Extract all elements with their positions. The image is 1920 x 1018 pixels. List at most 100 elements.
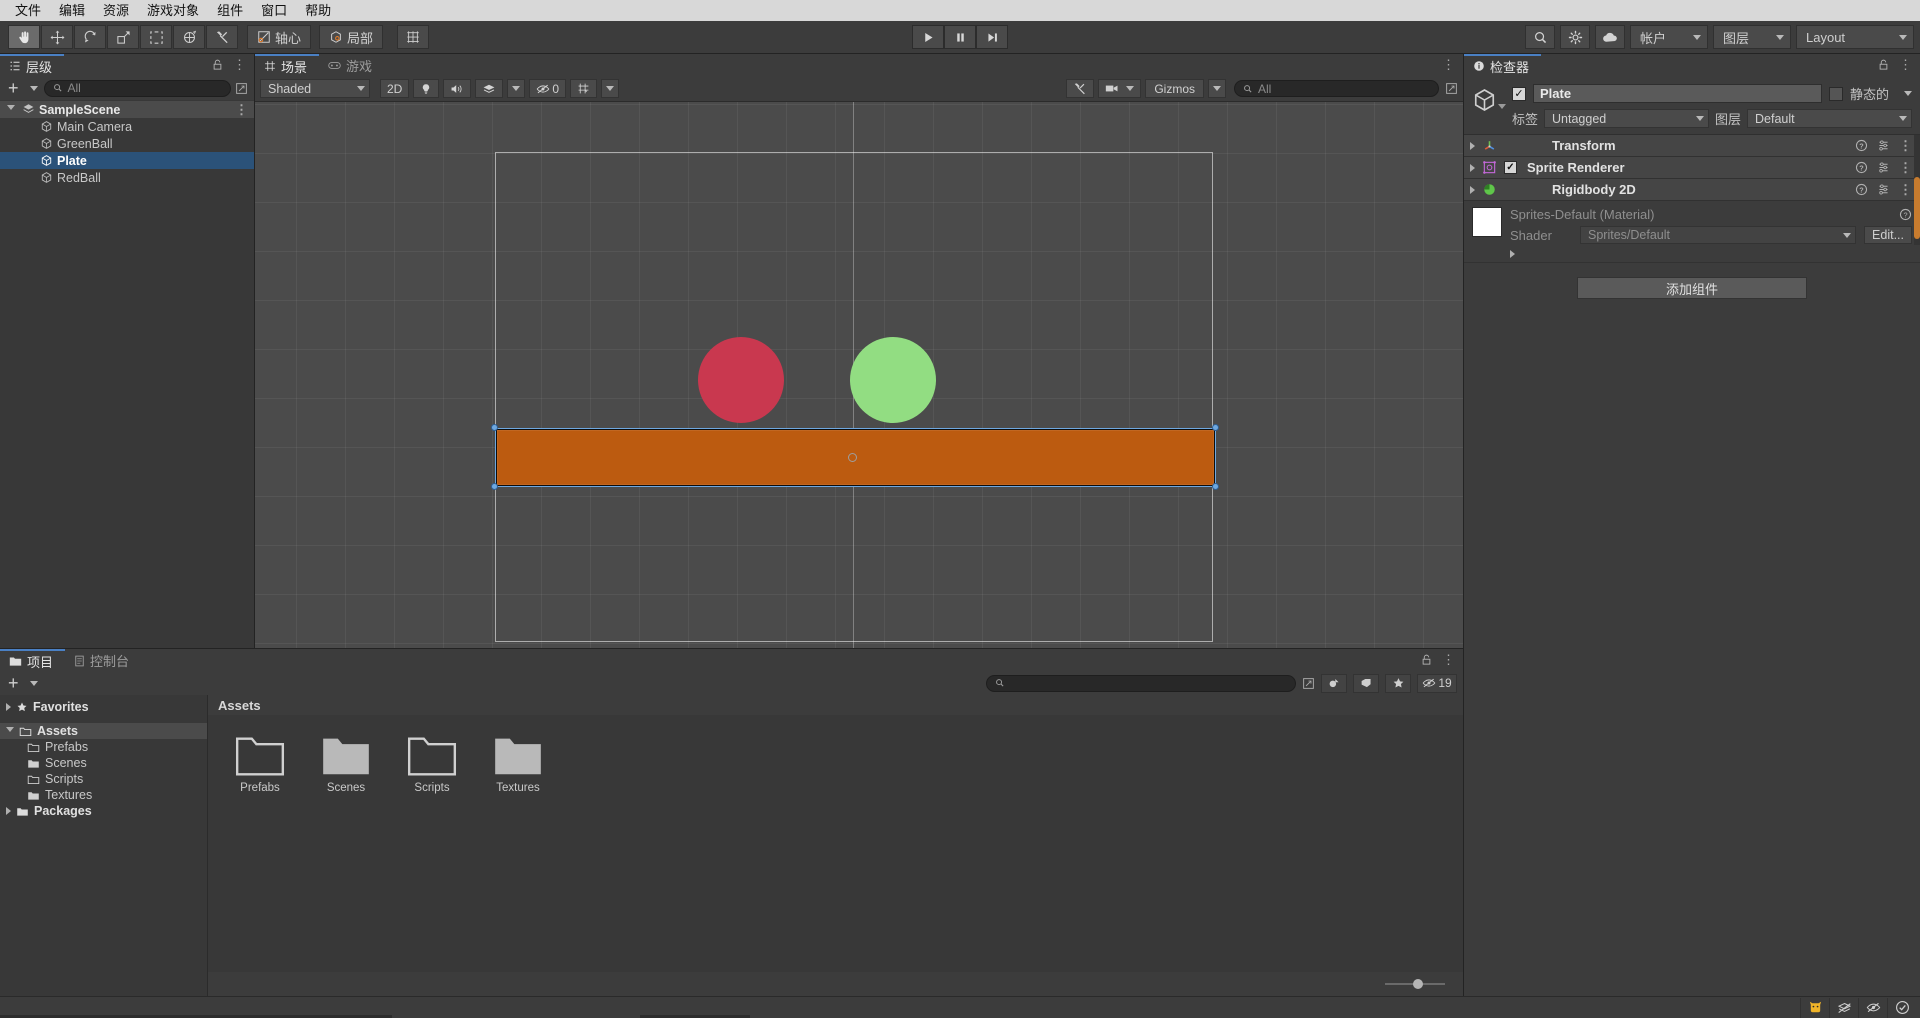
- project-tree-packages[interactable]: Packages: [0, 803, 207, 819]
- project-tree-scripts[interactable]: Scripts: [0, 771, 207, 787]
- preset-icon[interactable]: [1877, 161, 1890, 174]
- hierarchy-expand-icon[interactable]: [235, 82, 248, 95]
- inspector-scrollbar-track[interactable]: [1914, 135, 1920, 245]
- gameobject-preview-icon[interactable]: [1472, 84, 1506, 128]
- chevron-right-icon[interactable]: [1470, 185, 1475, 194]
- plate-handle-tr[interactable]: [1212, 424, 1219, 431]
- asset-item-scripts[interactable]: Scripts: [394, 729, 470, 794]
- component-sprite-renderer[interactable]: ✓ Sprite Renderer ? ⋮: [1464, 157, 1920, 179]
- cloud-button[interactable]: [1595, 25, 1625, 49]
- shading-mode-dropdown[interactable]: Shaded: [260, 79, 370, 98]
- scene-menu-button[interactable]: ⋮: [1442, 57, 1455, 73]
- help-icon[interactable]: ?: [1855, 139, 1868, 152]
- hierarchy-search-input[interactable]: All: [43, 79, 231, 97]
- search-button[interactable]: [1525, 25, 1555, 49]
- lock-icon[interactable]: [212, 59, 223, 71]
- asset-item-prefabs[interactable]: Prefabs: [222, 729, 298, 794]
- hierarchy-create-button[interactable]: +: [6, 79, 40, 97]
- scene-object-redball[interactable]: [698, 337, 784, 423]
- preset-icon[interactable]: [1877, 183, 1890, 196]
- tab-game[interactable]: 游戏: [319, 54, 385, 76]
- object-enabled-checkbox[interactable]: ✓: [1512, 86, 1526, 101]
- shader-dropdown[interactable]: Sprites/Default: [1580, 226, 1857, 244]
- shader-edit-button[interactable]: Edit...: [1864, 226, 1912, 244]
- layers-icon[interactable]: [1829, 997, 1858, 1018]
- fx-dropdown-button[interactable]: [507, 79, 526, 98]
- project-search-expand-icon[interactable]: [1302, 677, 1315, 690]
- grid-visibility-button[interactable]: [570, 79, 598, 98]
- component-menu-button[interactable]: ⋮: [1899, 182, 1912, 198]
- lighting-toggle-button[interactable]: [413, 79, 440, 98]
- tab-hierarchy[interactable]: 层级: [0, 54, 65, 76]
- chevron-down-icon[interactable]: [7, 105, 15, 114]
- grid-snapping-button[interactable]: [397, 25, 430, 49]
- move-tool-button[interactable]: [41, 25, 73, 49]
- grid-dropdown-button[interactable]: [601, 79, 620, 98]
- hierarchy-item-plate[interactable]: Plate: [0, 152, 254, 169]
- component-transform[interactable]: Transform ? ⋮: [1464, 135, 1920, 157]
- project-create-button[interactable]: +: [6, 674, 40, 692]
- hierarchy-item-main-camera[interactable]: Main Camera: [0, 118, 254, 135]
- project-tree-scenes[interactable]: Scenes: [0, 755, 207, 771]
- asset-item-textures[interactable]: Textures: [480, 729, 556, 794]
- scene-search-input[interactable]: All: [1234, 80, 1439, 97]
- component-rigidbody2d[interactable]: Rigidbody 2D ? ⋮: [1464, 179, 1920, 201]
- chevron-down-icon[interactable]: [6, 726, 14, 736]
- scene-camera-button[interactable]: [1098, 79, 1142, 98]
- component-menu-button[interactable]: ⋮: [1899, 160, 1912, 176]
- layout-dropdown[interactable]: Layout: [1796, 25, 1914, 49]
- project-tree-textures[interactable]: Textures: [0, 787, 207, 803]
- menu-file[interactable]: 文件: [6, 0, 50, 21]
- play-button[interactable]: [912, 25, 944, 49]
- sprite-renderer-enabled-checkbox[interactable]: ✓: [1504, 161, 1517, 174]
- audio-toggle-button[interactable]: [443, 79, 472, 98]
- scene-menu-button[interactable]: ⋮: [235, 102, 248, 118]
- plate-handle-tl[interactable]: [491, 424, 498, 431]
- project-tree-favorites[interactable]: Favorites: [0, 699, 207, 715]
- menu-window[interactable]: 窗口: [252, 0, 296, 21]
- help-icon[interactable]: ?: [1855, 161, 1868, 174]
- layer-dropdown[interactable]: Default: [1747, 109, 1912, 128]
- scene-canvas[interactable]: [255, 102, 1463, 648]
- pause-button[interactable]: [944, 25, 976, 49]
- cat-icon[interactable]: [1800, 997, 1829, 1018]
- preset-icon[interactable]: [1877, 139, 1890, 152]
- chevron-down-icon[interactable]: [1498, 104, 1506, 109]
- help-icon[interactable]: ?: [1899, 208, 1912, 221]
- scene-object-greenball[interactable]: [850, 337, 936, 423]
- menu-component[interactable]: 组件: [208, 0, 252, 21]
- hierarchy-item-greenball[interactable]: GreenBall: [0, 135, 254, 152]
- eye-off-icon[interactable]: [1858, 997, 1887, 1018]
- material-preview-swatch[interactable]: [1472, 207, 1502, 237]
- transform-tool-button[interactable]: [173, 25, 205, 49]
- project-tree-assets[interactable]: Assets: [0, 723, 207, 739]
- chevron-right-icon[interactable]: [6, 807, 11, 815]
- plate-handle-bl[interactable]: [491, 483, 498, 490]
- menu-assets[interactable]: 资源: [94, 0, 138, 21]
- hand-tool-button[interactable]: [8, 25, 40, 49]
- toggle-2d-button[interactable]: 2D: [380, 79, 410, 98]
- plate-pivot-gizmo[interactable]: [848, 453, 857, 462]
- lock-icon[interactable]: [1878, 59, 1889, 71]
- check-circle-icon[interactable]: [1887, 997, 1916, 1018]
- hierarchy-item-redball[interactable]: RedBall: [0, 169, 254, 186]
- menu-edit[interactable]: 编辑: [50, 0, 94, 21]
- chevron-right-icon[interactable]: [1470, 141, 1475, 150]
- project-menu-button[interactable]: ⋮: [1442, 652, 1455, 668]
- asset-item-scenes[interactable]: Scenes: [308, 729, 384, 794]
- inspector-scrollbar-thumb[interactable]: [1914, 177, 1920, 239]
- step-button[interactable]: [976, 25, 1008, 49]
- lock-icon[interactable]: [1421, 654, 1432, 666]
- rotate-tool-button[interactable]: [74, 25, 106, 49]
- chevron-right-icon[interactable]: [6, 703, 11, 711]
- plate-handle-br[interactable]: [1212, 483, 1219, 490]
- inspector-menu-button[interactable]: ⋮: [1899, 57, 1912, 73]
- scale-tool-button[interactable]: [107, 25, 139, 49]
- chevron-down-icon[interactable]: [1904, 91, 1912, 96]
- project-tree-prefabs[interactable]: Prefabs: [0, 739, 207, 755]
- component-menu-button[interactable]: ⋮: [1899, 138, 1912, 154]
- chevron-right-icon[interactable]: [1470, 163, 1475, 172]
- gizmos-dropdown-button[interactable]: [1208, 79, 1226, 98]
- custom-tool-button[interactable]: [206, 25, 238, 49]
- space-toggle-button[interactable]: 局部: [319, 25, 384, 49]
